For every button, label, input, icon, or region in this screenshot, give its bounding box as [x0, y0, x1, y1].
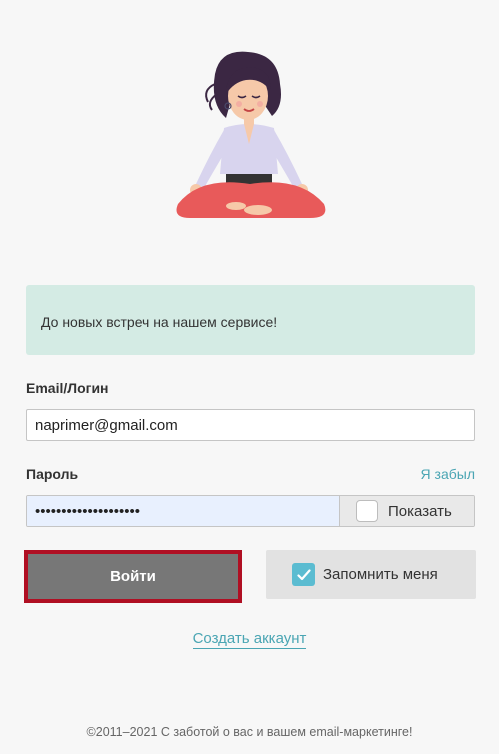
login-page: До новых встреч на нашем сервисе! Email/…	[0, 0, 499, 754]
create-account-link-wrap: Создать аккаунт	[0, 630, 499, 649]
create-account-link[interactable]: Создать аккаунт	[192, 630, 307, 649]
password-input[interactable]	[27, 496, 340, 526]
login-button[interactable]: Войти	[24, 550, 242, 603]
show-password-toggle[interactable]: Показать	[340, 496, 474, 526]
email-input[interactable]	[26, 409, 475, 441]
meditating-woman-illustration	[176, 51, 326, 218]
remember-me-checkbox[interactable]	[292, 563, 315, 586]
checkmark-icon	[296, 568, 311, 580]
info-notice: До новых встреч на нашем сервисе!	[26, 285, 475, 355]
email-label: Email/Логин	[26, 380, 109, 396]
footer-text: ©2011–2021 С заботой о вас и вашем email…	[86, 725, 413, 739]
password-label: Пароль	[26, 466, 79, 482]
password-field: Показать	[26, 495, 475, 527]
login-button-label: Войти	[110, 568, 156, 585]
remember-me-label: Запомнить меня	[323, 566, 438, 583]
show-password-checkbox[interactable]	[356, 500, 378, 522]
remember-me-toggle[interactable]: Запомнить меня	[266, 550, 476, 599]
notice-text: До новых встреч на нашем сервисе!	[41, 314, 278, 330]
show-password-label: Показать	[388, 502, 452, 520]
forgot-password-link[interactable]: Я забыл	[421, 466, 475, 482]
